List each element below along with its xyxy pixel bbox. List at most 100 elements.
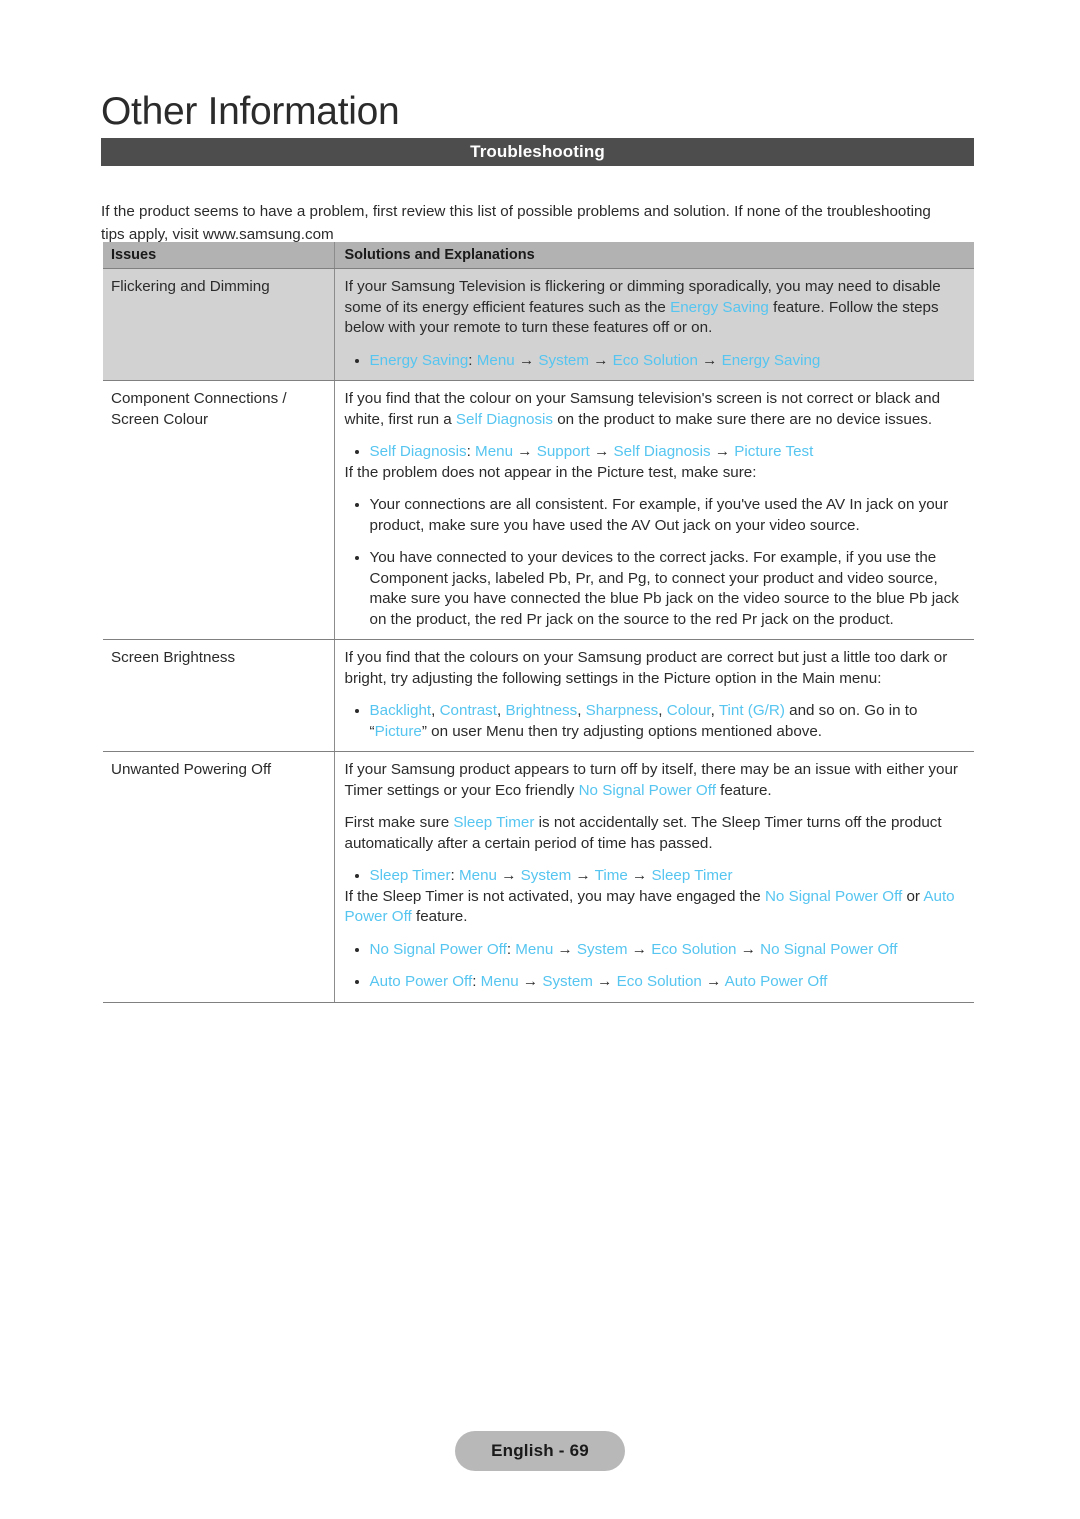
- menu-path-step[interactable]: Eco Solution: [613, 352, 698, 369]
- solution-paragraph: First make sure Sleep Timer is not accid…: [345, 813, 967, 854]
- setting-link[interactable]: Tint (G/R): [719, 702, 785, 719]
- setting-link[interactable]: Brightness: [505, 702, 577, 719]
- issue-label: Screen Brightness: [111, 649, 236, 666]
- menu-path-step[interactable]: Eco Solution: [651, 941, 736, 958]
- menu-path-list: Self Diagnosis: Menu → Support → Self Di…: [345, 442, 967, 463]
- menu-path-step[interactable]: Self Diagnosis: [614, 443, 711, 460]
- menu-path-step[interactable]: Time: [595, 867, 628, 884]
- issue-cell: Flickering and Dimming: [103, 268, 335, 381]
- issue-label: Unwanted Powering Off: [111, 761, 272, 778]
- list-item: Auto Power Off: Menu → System → Eco Solu…: [345, 972, 967, 993]
- list-item: You have connected to your devices to th…: [345, 548, 967, 630]
- menu-path-root[interactable]: Auto Power Off: [370, 973, 473, 990]
- arrow-icon: →: [589, 443, 614, 460]
- table-header-row: Issues Solutions and Explanations: [103, 242, 974, 269]
- page-number-label: English - 69: [491, 1441, 589, 1460]
- menu-link[interactable]: No Signal Power Off: [765, 888, 902, 905]
- text-segment: First make sure: [344, 814, 454, 831]
- menu-path-step[interactable]: Auto Power Off: [725, 973, 828, 990]
- text-segment: If the Sleep Timer is not activated, you…: [344, 887, 765, 905]
- menu-path-step[interactable]: Menu: [481, 973, 519, 990]
- colon: :: [468, 351, 477, 369]
- list-item: Energy Saving: Menu → System → Eco Solut…: [345, 351, 967, 372]
- menu-link[interactable]: Energy Saving: [670, 299, 769, 316]
- arrow-icon: →: [518, 973, 543, 990]
- issue-label: Flickering and Dimming: [111, 278, 270, 295]
- setting-link[interactable]: Sharpness: [586, 702, 659, 719]
- column-header-issues: Issues: [103, 242, 335, 269]
- arrow-icon: →: [589, 351, 613, 369]
- arrow-icon: →: [497, 867, 521, 884]
- sep: ,: [577, 702, 586, 719]
- arrow-icon: →: [571, 867, 595, 884]
- menu-link[interactable]: Self Diagnosis: [456, 411, 553, 428]
- list-item: Your connections are all consistent. For…: [345, 495, 967, 536]
- menu-path-list: Sleep Timer: Menu → System → Time → Slee…: [345, 866, 967, 887]
- arrow-icon: →: [514, 351, 539, 369]
- solution-paragraph: If you find that the colours on your Sam…: [344, 649, 948, 687]
- menu-path-step[interactable]: No Signal Power Off: [760, 941, 897, 958]
- arrow-icon: →: [710, 443, 735, 460]
- menu-link[interactable]: No Signal Power Off: [579, 782, 716, 799]
- issue-cell: Screen Brightness: [103, 639, 335, 752]
- menu-path-step[interactable]: Support: [537, 443, 590, 460]
- menu-link[interactable]: Picture: [375, 723, 422, 740]
- sep: ,: [710, 702, 719, 719]
- setting-link[interactable]: Backlight: [370, 702, 432, 719]
- menu-path-step[interactable]: Picture Test: [734, 443, 813, 460]
- menu-path-list: No Signal Power Off: Menu → System → Eco…: [345, 940, 967, 993]
- document-page: Other Information Troubleshooting If the…: [0, 0, 1080, 1519]
- solution-cell: If you find that the colours on your Sam…: [334, 639, 974, 752]
- solution-paragraph: If your Samsung product appears to turn …: [345, 760, 967, 801]
- menu-path-root[interactable]: No Signal Power Off: [370, 941, 507, 958]
- table-row: Screen Brightness If you find that the c…: [103, 639, 974, 752]
- menu-path-step[interactable]: System: [542, 973, 593, 990]
- menu-path-step[interactable]: Menu: [477, 352, 515, 369]
- intro-paragraph: If the product seems to have a problem, …: [101, 203, 931, 244]
- solution-paragraph: If you find that the colour on your Sams…: [345, 389, 967, 430]
- table-row: Flickering and Dimming If your Samsung T…: [103, 268, 974, 381]
- text-segment: on the product to make sure there are no…: [553, 410, 933, 428]
- menu-path-step[interactable]: Sleep Timer: [651, 867, 732, 884]
- solution-paragraph: If the problem does not appear in the Pi…: [344, 463, 757, 481]
- menu-path-step[interactable]: Menu: [475, 443, 513, 460]
- menu-path-step[interactable]: Menu: [459, 867, 497, 884]
- colon: :: [472, 973, 481, 990]
- menu-path-root[interactable]: Sleep Timer: [370, 867, 451, 884]
- list-item: Self Diagnosis: Menu → Support → Self Di…: [345, 442, 967, 463]
- table-row: Unwanted Powering Off If your Samsung pr…: [103, 751, 974, 1003]
- menu-path-step[interactable]: System: [538, 352, 589, 369]
- solution-paragraph: If your Samsung Television is flickering…: [345, 277, 967, 339]
- menu-path-root[interactable]: Energy Saving: [370, 352, 469, 369]
- list-item: Backlight, Contrast, Brightness, Sharpne…: [345, 701, 967, 742]
- menu-path-step[interactable]: System: [521, 867, 572, 884]
- menu-path-step[interactable]: Eco Solution: [617, 973, 702, 990]
- arrow-icon: →: [697, 351, 722, 369]
- sep: ,: [431, 702, 440, 719]
- picture-settings-list: Backlight, Contrast, Brightness, Sharpne…: [345, 701, 967, 742]
- menu-path-step[interactable]: Menu: [515, 941, 553, 958]
- solution-cell: If your Samsung Television is flickering…: [334, 268, 974, 381]
- colon: :: [450, 867, 459, 884]
- section-header-bar: Troubleshooting: [101, 138, 974, 166]
- solution-paragraph: If the Sleep Timer is not activated, you…: [345, 887, 967, 928]
- menu-path-step[interactable]: Energy Saving: [722, 352, 821, 369]
- text-segment: or: [902, 887, 924, 905]
- solution-cell: If you find that the colour on your Sams…: [334, 380, 974, 640]
- menu-path-root[interactable]: Self Diagnosis: [370, 443, 467, 460]
- sep: ,: [658, 702, 667, 719]
- issue-cell: Component Connections / Screen Colour: [103, 380, 335, 640]
- setting-link[interactable]: Colour: [667, 702, 711, 719]
- page-title: Other Information: [101, 90, 400, 134]
- arrow-icon: →: [627, 867, 652, 884]
- menu-path-step[interactable]: System: [577, 941, 628, 958]
- menu-link[interactable]: Sleep Timer: [453, 814, 534, 831]
- text-segment: feature.: [411, 908, 468, 925]
- section-header-label: Troubleshooting: [470, 142, 605, 161]
- troubleshooting-table: Issues Solutions and Explanations Flicke…: [103, 242, 974, 1003]
- list-item: Sleep Timer: Menu → System → Time → Slee…: [345, 866, 967, 887]
- arrow-icon: →: [627, 940, 652, 958]
- text-segment: feature.: [715, 781, 772, 799]
- setting-link[interactable]: Contrast: [440, 702, 497, 719]
- issue-label-line2: Screen Colour: [111, 410, 209, 428]
